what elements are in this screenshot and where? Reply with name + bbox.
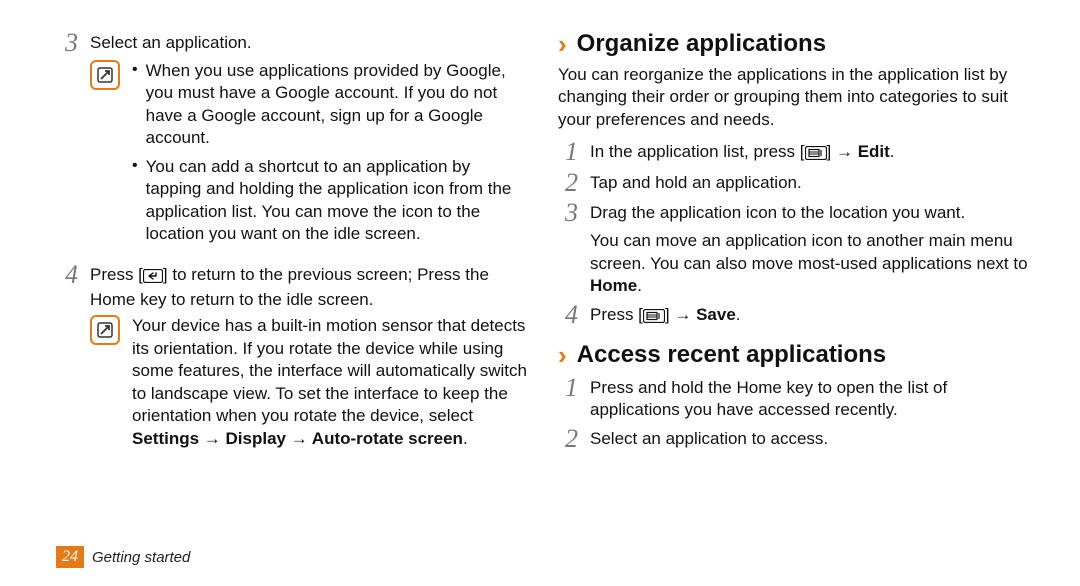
organize-step-3-cont: You can move an application icon to anot…	[590, 230, 1030, 297]
intro-text: You can reorganize the applications in t…	[558, 64, 1030, 131]
step-text: Select an application.	[90, 30, 530, 54]
step-number: 3	[558, 200, 578, 226]
step-text: Tap and hold an application.	[590, 170, 1030, 194]
right-column: › Organize applications You can reorgani…	[558, 28, 1030, 532]
page-number: 24	[56, 546, 84, 568]
recent-step-1: 1 Press and hold the Home key to open th…	[558, 375, 1030, 422]
note-block-1: When you use applications provided by Go…	[90, 60, 530, 252]
chevron-icon: ›	[558, 342, 567, 368]
step-number: 2	[558, 426, 578, 452]
step-number: 1	[558, 375, 578, 401]
step-number: 4	[58, 262, 78, 288]
note-block-2: Your device has a built-in motion sensor…	[90, 315, 530, 450]
recent-step-2: 2 Select an application to access.	[558, 426, 1030, 452]
menu-key-icon	[643, 307, 665, 329]
left-column: 3 Select an application. When you	[58, 28, 530, 532]
footer-section: Getting started	[92, 549, 190, 566]
organize-step-1: 1 In the application list, press [] → Ed…	[558, 139, 1030, 166]
page-footer: 24 Getting started	[56, 532, 1032, 568]
note-icon	[90, 60, 120, 90]
step-text: Drag the application icon to the locatio…	[590, 200, 1030, 224]
step-number: 2	[558, 170, 578, 196]
step-number: 3	[58, 30, 78, 56]
heading-organize: › Organize applications	[558, 28, 1030, 60]
organize-step-2: 2 Tap and hold an application.	[558, 170, 1030, 196]
organize-step-3: 3 Drag the application icon to the locat…	[558, 200, 1030, 226]
heading-recent: › Access recent applications	[558, 339, 1030, 371]
step-text: Press [] to return to the previous scree…	[90, 262, 530, 312]
note-text: Your device has a built-in motion sensor…	[132, 315, 530, 450]
note-bullet-text: When you use applications provided by Go…	[146, 60, 530, 150]
step-text: Press and hold the Home key to open the …	[590, 375, 1030, 422]
note-icon	[90, 315, 120, 345]
step-number: 1	[558, 139, 578, 165]
chevron-icon: ›	[558, 31, 567, 57]
note-bullets: When you use applications provided by Go…	[132, 60, 530, 246]
step-text: Select an application to access.	[590, 426, 1030, 450]
back-key-icon	[143, 267, 163, 289]
step-3: 3 Select an application.	[58, 30, 530, 56]
page: 3 Select an application. When you	[0, 0, 1080, 586]
step-text: In the application list, press [] → Edit…	[590, 139, 1030, 166]
step-number: 4	[558, 302, 578, 328]
content-columns: 3 Select an application. When you	[58, 28, 1032, 532]
step-text: Press [] → Save.	[590, 302, 1030, 329]
note-bullet-text: You can add a shortcut to an application…	[146, 156, 530, 246]
menu-key-icon	[805, 144, 827, 166]
step-4: 4 Press [] to return to the previous scr…	[58, 262, 530, 312]
organize-step-4: 4 Press [] → Save.	[558, 302, 1030, 329]
